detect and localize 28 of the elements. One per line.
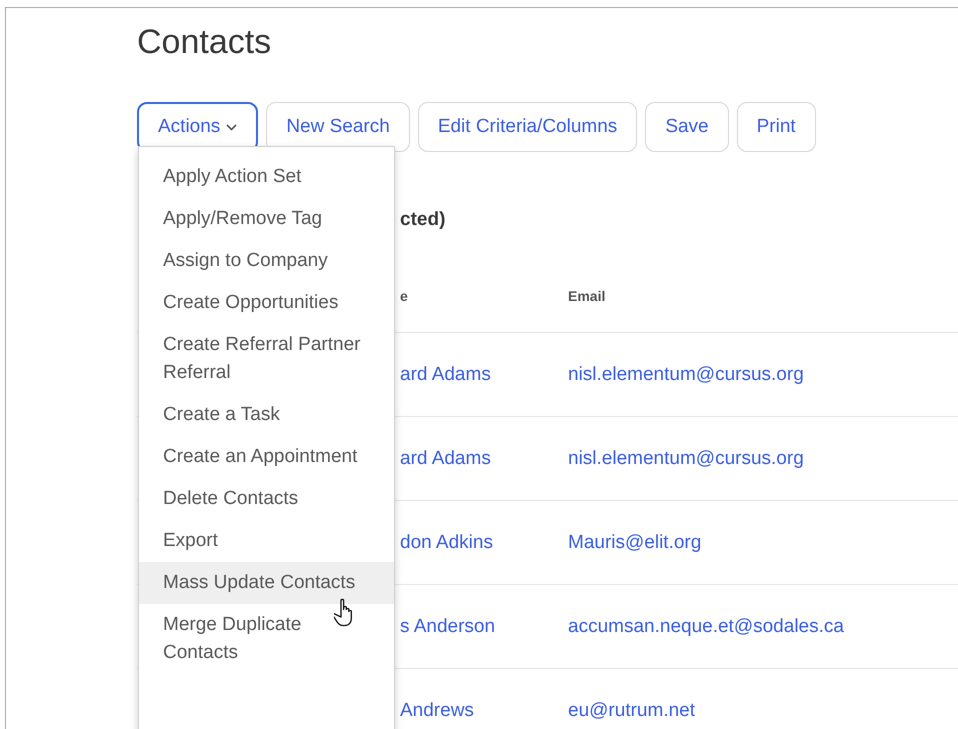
menu-item[interactable]: Merge Duplicate Contacts	[139, 604, 394, 674]
email-link[interactable]: Mauris@elit.org	[568, 532, 958, 554]
menu-item[interactable]: Export	[139, 520, 394, 562]
contact-name-link[interactable]: don Adkins	[400, 532, 568, 554]
toolbar-button[interactable]: Save	[645, 102, 729, 152]
email-link[interactable]: nisl.elementum@cursus.org	[568, 364, 958, 386]
menu-item[interactable]: Create Referral Partner Referral	[139, 324, 394, 394]
menu-item[interactable]: Create an Appointment	[139, 436, 394, 478]
menu-item[interactable]: Assign to Company	[139, 240, 394, 282]
page-title: Contacts	[137, 22, 272, 62]
menu-item[interactable]: Create Opportunities	[139, 282, 394, 324]
column-header: e	[400, 288, 409, 304]
email-link[interactable]: eu@rutrum.net	[568, 700, 958, 722]
menu-item[interactable]: Apply/Remove Tag	[139, 198, 394, 240]
menu-item[interactable]: Create a Task	[139, 394, 394, 436]
menu-item[interactable]: Apply Action Set	[139, 156, 394, 198]
results-heading: cted)	[400, 208, 446, 232]
contact-name-link[interactable]: ard Adams	[400, 448, 568, 470]
contact-name-link[interactable]: ard Adams	[400, 364, 568, 386]
email-link[interactable]: nisl.elementum@cursus.org	[568, 448, 958, 470]
email-link[interactable]: accumsan.neque.et@sodales.ca	[568, 616, 958, 638]
toolbar-button[interactable]: Edit Criteria/Columns	[418, 102, 638, 152]
menu-item[interactable]: Delete Contacts	[139, 478, 394, 520]
contact-name-link[interactable]: s Anderson	[400, 616, 568, 638]
toolbar-button[interactable]: Print	[736, 102, 816, 152]
contact-name-link[interactable]: Andrews	[400, 700, 568, 722]
column-header: Email	[568, 288, 606, 304]
chevron-down-icon	[226, 124, 238, 130]
